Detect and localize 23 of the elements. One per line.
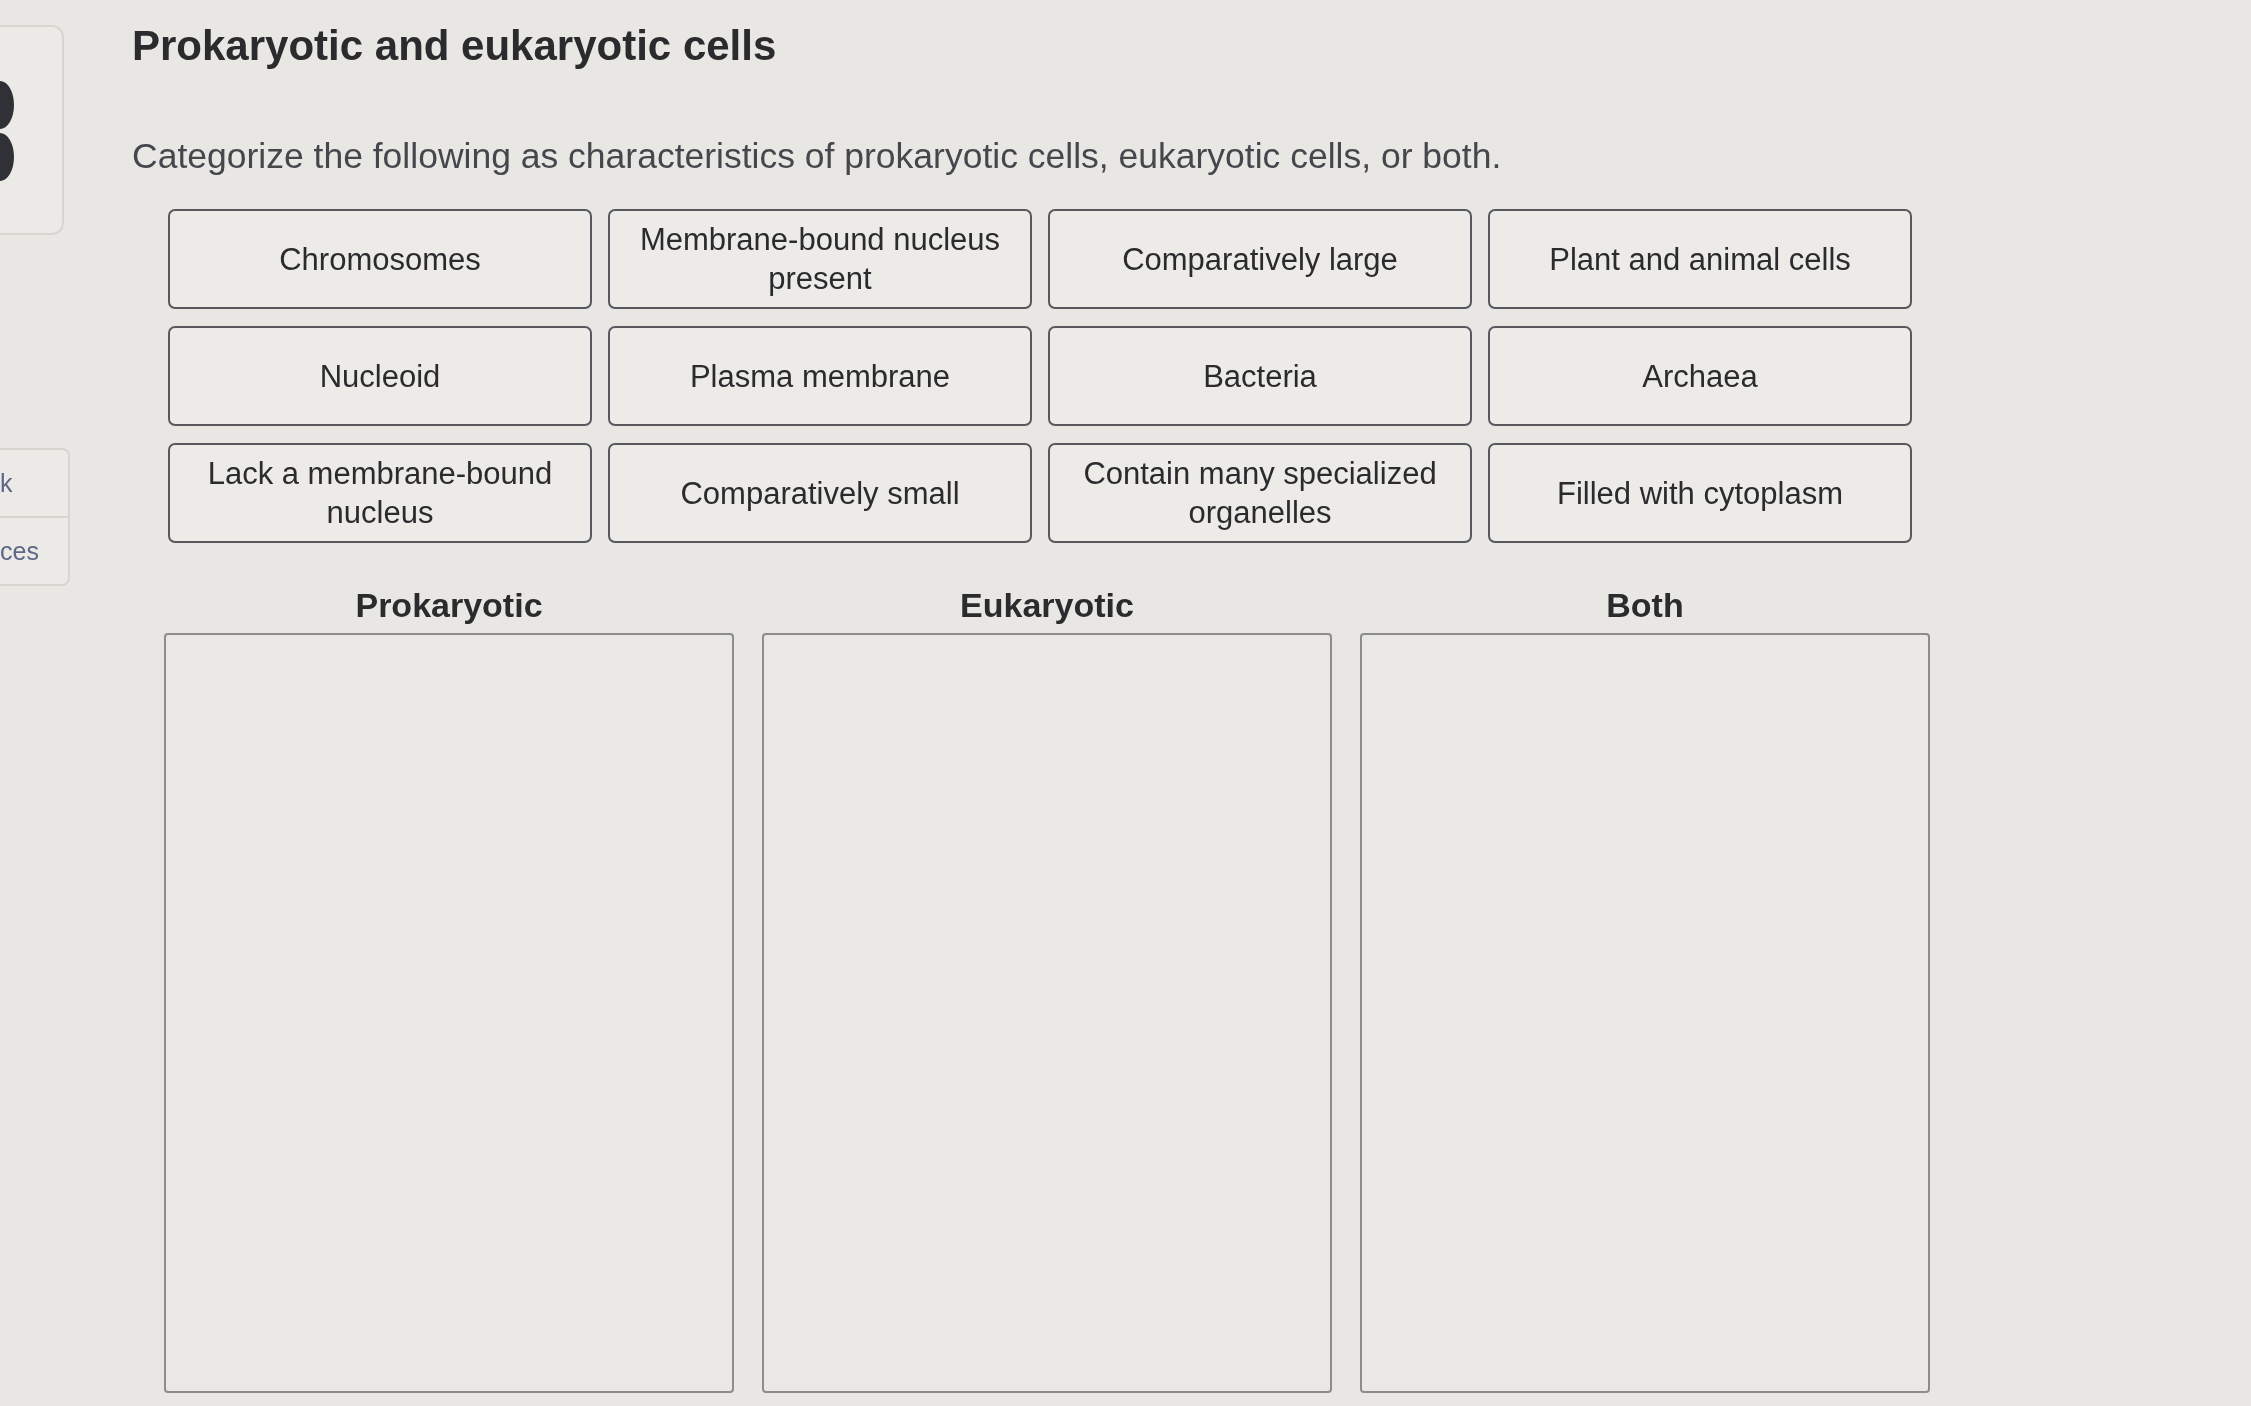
drop-zone[interactable] [164,633,734,1393]
drop-zone[interactable] [762,633,1332,1393]
half-discs-icon [0,81,14,181]
category-heading: Both [1606,585,1684,625]
category-heading: Prokaryotic [355,585,543,625]
page-title: Prokaryotic and eukaryotic cells [132,21,778,71]
drop-zone[interactable] [1360,633,1930,1393]
instructions-text: Categorize the following as characteristics of prokaryotic cells, eukaryotic cells, or both. [132,135,1503,177]
answer-tile[interactable]: Bacteria [1048,326,1472,426]
answer-tile[interactable]: Archaea [1488,326,1912,426]
answer-tile[interactable]: Plant and animal cells [1488,209,1912,309]
answer-tile[interactable]: Contain many specialized organelles [1048,443,1472,543]
category-heading: Eukaryotic [960,585,1134,625]
answer-tile[interactable]: Plasma membrane [608,326,1032,426]
sidebar-link[interactable]: ces [0,536,39,566]
answer-tile[interactable]: Membrane-bound nucleus present [608,209,1032,309]
answer-tile[interactable]: Comparatively small [608,443,1032,543]
sidebar-link[interactable]: k [0,468,13,498]
answer-tile[interactable]: Lack a membrane-bound nucleus [168,443,592,543]
answer-tile[interactable]: Comparatively large [1048,209,1472,309]
answer-tile[interactable]: Chromosomes [168,209,592,309]
answer-tile[interactable]: Filled with cytoplasm [1488,443,1912,543]
answer-tile[interactable]: Nucleoid [168,326,592,426]
